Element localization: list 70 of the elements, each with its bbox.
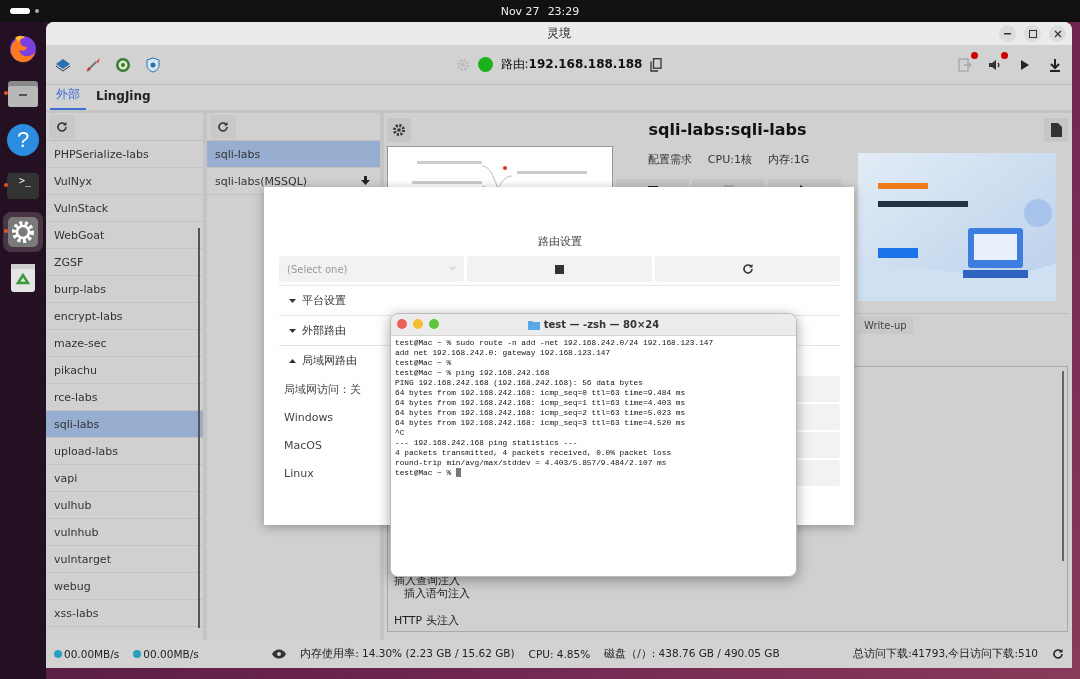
workspace-indicator[interactable] bbox=[10, 8, 30, 14]
minimize-icon bbox=[1004, 32, 1011, 35]
route-option: Linux bbox=[284, 466, 314, 480]
minimize-button[interactable] bbox=[999, 25, 1016, 42]
settings-icon bbox=[392, 122, 406, 137]
dock-item[interactable]: >_ bbox=[3, 166, 43, 206]
volume-icon bbox=[988, 57, 1002, 72]
dock-item[interactable] bbox=[3, 212, 43, 252]
refresh-icon bbox=[1052, 648, 1064, 660]
terminal-icon: >_ bbox=[7, 173, 39, 199]
requirement-label: CPU:1核 bbox=[707, 152, 752, 167]
tab[interactable]: LingJing bbox=[90, 89, 157, 110]
accordion-header[interactable]: 平台设置 bbox=[279, 291, 350, 310]
memory-usage: 内存使用率: 14.30% (2.23 GB / 15.62 GB) bbox=[300, 647, 515, 661]
shield-icon bbox=[146, 56, 160, 73]
disk-usage: 磁盘（/）: 438.76 GB / 490.05 GB bbox=[604, 647, 780, 661]
settings-icon bbox=[7, 216, 39, 248]
target-icon bbox=[115, 56, 131, 73]
clock[interactable]: 23:29 bbox=[547, 4, 580, 18]
close-icon bbox=[1053, 29, 1062, 38]
cpu-usage: CPU: 4.85% bbox=[528, 648, 591, 660]
eye-icon[interactable] bbox=[272, 649, 287, 659]
copy-icon[interactable] bbox=[650, 57, 663, 72]
play-icon bbox=[1020, 58, 1030, 71]
maximize-icon bbox=[1028, 29, 1037, 38]
lab-item[interactable]: PHPSerialize-labs bbox=[46, 141, 203, 168]
requirement-label: 配置需求 bbox=[647, 152, 692, 167]
folder-icon bbox=[527, 319, 540, 330]
version-label: sqli-labs bbox=[215, 147, 261, 161]
lab-item[interactable]: VulNyx bbox=[46, 168, 203, 195]
refresh-button[interactable] bbox=[49, 114, 75, 139]
accordion-header[interactable]: 外部路由 bbox=[279, 321, 350, 340]
refresh-button[interactable] bbox=[210, 114, 236, 139]
version-item[interactable]: sqli-labs bbox=[207, 141, 380, 168]
accordion-header[interactable]: 局域网路由 bbox=[279, 351, 361, 370]
stop-icon bbox=[555, 264, 564, 274]
date[interactable]: Nov 27 bbox=[500, 4, 540, 18]
scrollbar[interactable] bbox=[1062, 371, 1064, 561]
exit-icon bbox=[958, 57, 972, 72]
download-count: 总访问下载:41793,今日访问下载:510 bbox=[853, 647, 1038, 661]
lab-title: sqli-labs:sqli-labs bbox=[648, 120, 807, 139]
refresh-icon bbox=[217, 120, 229, 133]
writeup-tab[interactable]: Write-up bbox=[858, 317, 913, 334]
terminal-title: test — -zsh — 80×24 bbox=[543, 319, 660, 330]
download-speed: 00.00MB/s bbox=[143, 648, 199, 660]
route-option: MacOS bbox=[284, 438, 322, 452]
tree-item[interactable]: 插入语句注入 bbox=[394, 587, 1067, 600]
tree-item[interactable]: HTTP 头注入 bbox=[394, 614, 1067, 627]
lab-item[interactable]: VulnStack bbox=[46, 195, 203, 222]
upload-speed: 00.00MB/s bbox=[64, 648, 120, 660]
refresh-icon bbox=[741, 263, 754, 275]
trash-icon bbox=[10, 263, 36, 293]
route-label: 路由:192.168.188.188 bbox=[500, 56, 643, 73]
dialog-title: 路由设置 bbox=[537, 235, 582, 248]
document-icon bbox=[1050, 122, 1062, 137]
refresh-icon bbox=[56, 120, 68, 133]
requirement-label: 内存:1G bbox=[767, 152, 810, 167]
version-label: sqli-labs(MSSQL) bbox=[215, 174, 308, 188]
layers-icon bbox=[55, 57, 71, 72]
document-button[interactable] bbox=[1044, 117, 1068, 142]
cursor bbox=[456, 468, 462, 478]
maximize-button[interactable] bbox=[1024, 25, 1041, 42]
settings-button[interactable] bbox=[387, 117, 411, 142]
route-option: 局域网访问：关 bbox=[284, 381, 361, 397]
scrollbar[interactable] bbox=[198, 228, 200, 628]
route-option: Windows bbox=[284, 410, 334, 424]
lab-item[interactable]: sqli-labs bbox=[46, 411, 203, 438]
folder-icon bbox=[7, 79, 39, 109]
close-button[interactable] bbox=[1049, 25, 1066, 42]
window-title: 灵境 bbox=[547, 25, 571, 42]
